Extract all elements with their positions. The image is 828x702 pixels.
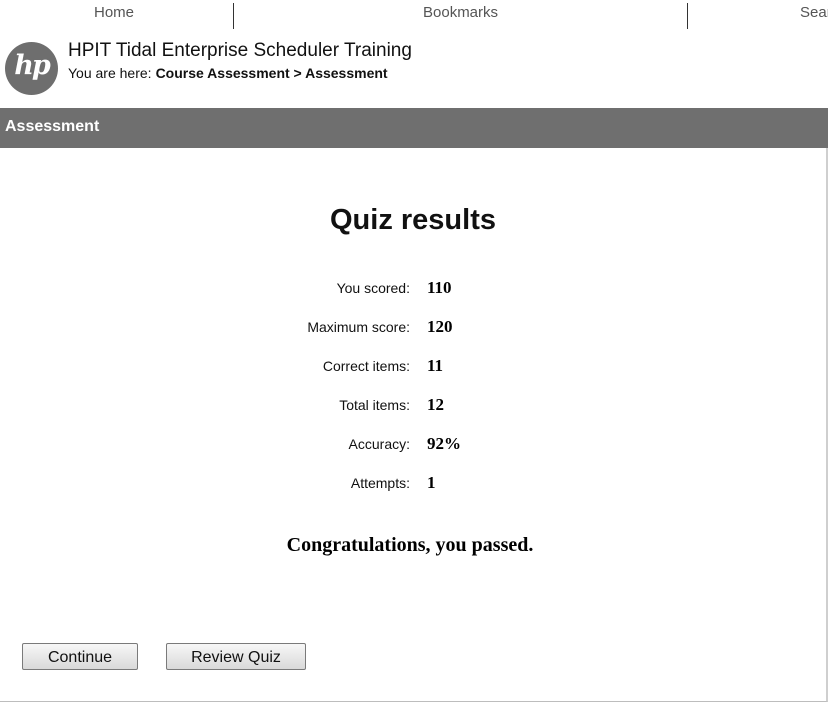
hp-logo: hp: [5, 42, 58, 95]
stat-label: You scored:: [336, 280, 410, 296]
stat-value: 110: [427, 278, 452, 297]
quiz-results-title: Quiz results: [330, 204, 496, 236]
stat-row-attempts: Attempts: 1: [0, 473, 826, 495]
nav-search-link[interactable]: Sear: [800, 4, 828, 21]
stat-label: Accuracy:: [348, 436, 410, 452]
stat-label: Maximum score:: [307, 319, 410, 335]
nav-divider: [233, 3, 234, 29]
section-header-bar: Assessment: [0, 108, 828, 148]
app-title: HPIT Tidal Enterprise Scheduler Training: [68, 40, 412, 61]
breadcrumb: You are here: Course Assessment > Assessm…: [68, 65, 388, 81]
review-quiz-button[interactable]: Review Quiz: [166, 643, 306, 670]
breadcrumb-prefix: You are here:: [68, 65, 152, 81]
continue-button[interactable]: Continue: [22, 643, 138, 670]
section-title: Assessment: [5, 118, 100, 135]
stat-label: Attempts:: [350, 475, 410, 491]
stat-value: 1: [427, 473, 436, 492]
pass-message: Congratulations, you passed.: [286, 534, 534, 556]
stat-row-score: You scored: 110: [0, 278, 826, 300]
nav-bookmarks-link[interactable]: Bookmarks: [423, 4, 498, 21]
stat-row-total-items: Total items: 12: [0, 395, 826, 417]
hp-logo-text: hp: [14, 50, 51, 81]
stat-value: 120: [427, 317, 453, 336]
breadcrumb-path[interactable]: Course Assessment > Assessment: [156, 65, 388, 81]
nav-home-link[interactable]: Home: [94, 4, 134, 21]
top-navigation: Home Bookmarks Sear: [0, 0, 828, 30]
stat-value: 92%: [427, 434, 461, 453]
stat-value: 12: [427, 395, 444, 414]
nav-divider: [687, 3, 688, 29]
stat-label: Total items:: [339, 397, 410, 413]
stat-label: Correct items:: [322, 358, 410, 374]
stat-row-accuracy: Accuracy: 92%: [0, 434, 826, 456]
quiz-results-panel: Quiz results You scored: 110 Maximum sco…: [0, 148, 828, 702]
stat-row-correct-items: Correct items: 11: [0, 356, 826, 378]
stat-value: 11: [427, 356, 444, 375]
stat-row-max-score: Maximum score: 120: [0, 317, 826, 339]
